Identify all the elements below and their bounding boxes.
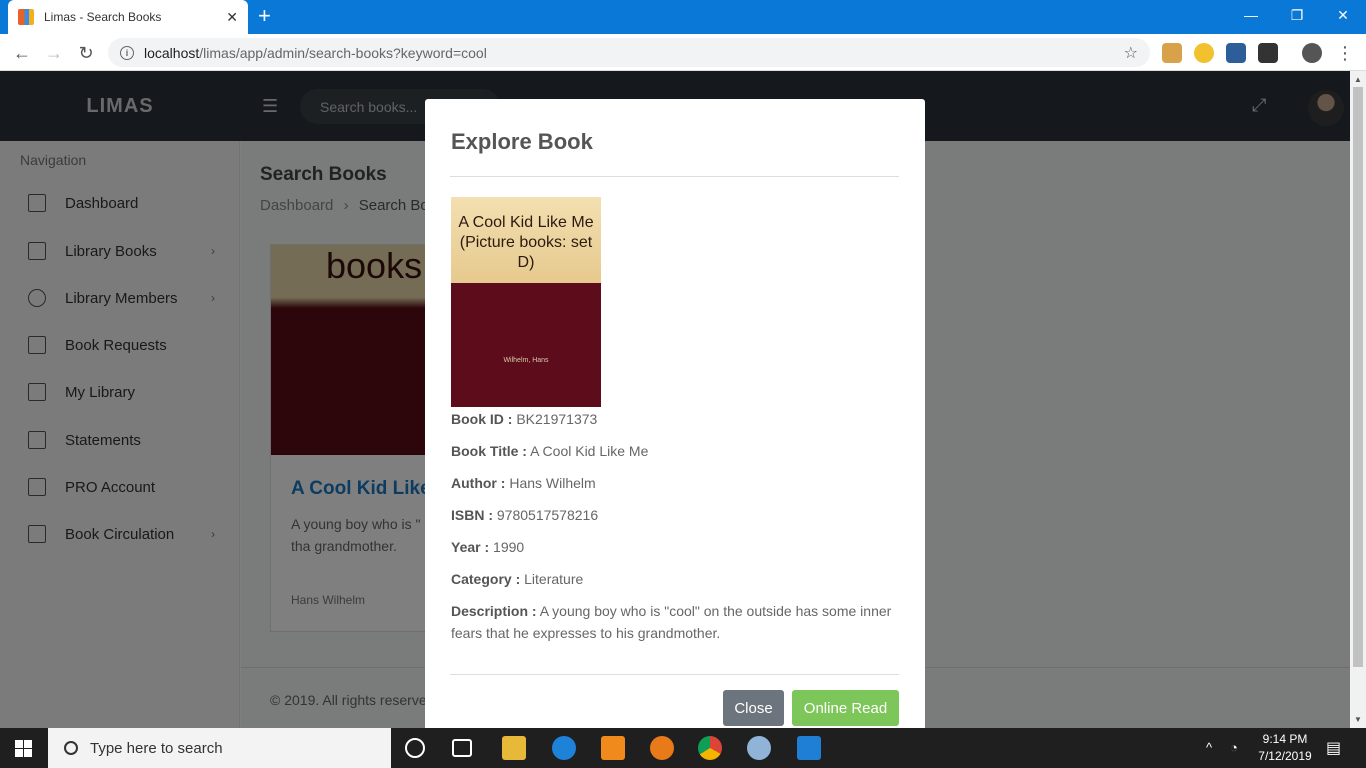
modal-title: Explore Book <box>451 129 593 154</box>
cover-author: Wilhelm, Hans <box>503 357 549 364</box>
chrome-icon[interactable] <box>698 736 722 760</box>
bookmark-star-icon[interactable]: ☆ <box>1124 43 1138 63</box>
taskbar-search-input[interactable]: Type here to search <box>48 728 391 768</box>
description-field: Description : A young boy who is "cool" … <box>451 603 892 641</box>
mail-extension-icon[interactable] <box>1226 43 1246 63</box>
search-icon <box>64 741 78 755</box>
book-id-field: Book ID : BK21971373 <box>451 411 598 427</box>
taskbar-clock[interactable]: 9:14 PM 7/12/2019 <box>1250 731 1320 765</box>
isbn-field: ISBN : 9780517578216 <box>451 507 599 523</box>
paint-icon[interactable] <box>747 736 771 760</box>
author-field: Author : Hans Wilhelm <box>451 475 596 491</box>
restore-button[interactable]: ❐ <box>1274 0 1320 30</box>
vscode-icon[interactable] <box>797 736 821 760</box>
windows-start-icon[interactable] <box>15 740 32 757</box>
url-text: localhost/limas/app/admin/search-books?k… <box>144 44 487 61</box>
close-window-button[interactable]: ✕ <box>1320 0 1366 30</box>
explore-book-modal: Explore Book A Cool Kid Like Me (Picture… <box>425 99 925 728</box>
minimize-button[interactable]: — <box>1228 0 1274 30</box>
file-explorer-icon[interactable] <box>502 736 526 760</box>
notifications-icon[interactable]: ▤ <box>1326 738 1341 758</box>
site-info-icon[interactable]: i <box>120 45 134 60</box>
windows-taskbar: Type here to search ^ ◔ 9:14 PM 7/12/201… <box>0 728 1366 768</box>
page-scrollbar[interactable]: ▲ ▼ <box>1350 71 1366 728</box>
close-button[interactable]: Close <box>723 690 784 726</box>
tray-chevron-icon[interactable]: ^ <box>1206 740 1212 755</box>
back-arrow-icon[interactable]: ← <box>10 41 34 65</box>
scrollbar-thumb[interactable] <box>1353 87 1363 667</box>
category-field: Category : Literature <box>451 571 584 587</box>
site-favicon-icon <box>18 9 34 25</box>
browser-tab[interactable]: Limas - Search Books ✕ <box>8 0 248 34</box>
modal-footer-divider <box>450 674 899 675</box>
year-field: Year : 1990 <box>451 539 525 555</box>
extension-badge-icon[interactable] <box>1258 43 1278 63</box>
cortana-icon[interactable] <box>405 738 425 758</box>
scroll-up-icon[interactable]: ▲ <box>1354 75 1362 84</box>
task-view-icon[interactable] <box>452 739 472 757</box>
reload-icon[interactable]: ↻ <box>74 41 98 65</box>
network-icon[interactable]: ◔ <box>1230 740 1238 755</box>
browser-toolbar: ← → ↻ i localhost/limas/app/admin/search… <box>0 34 1366 71</box>
tab-close-icon[interactable]: ✕ <box>226 9 238 26</box>
browser-tab-bar: Limas - Search Books ✕ + — ❐ ✕ <box>0 0 1366 34</box>
scroll-down-icon[interactable]: ▼ <box>1354 715 1362 724</box>
forward-arrow-icon[interactable]: → <box>42 41 66 65</box>
address-bar[interactable]: i localhost/limas/app/admin/search-books… <box>108 38 1150 67</box>
tab-title: Limas - Search Books <box>44 10 162 24</box>
online-read-button[interactable]: Online Read <box>792 690 899 726</box>
edge-browser-icon[interactable] <box>552 736 576 760</box>
book-title-field: Book Title : A Cool Kid Like Me <box>451 443 649 459</box>
new-tab-button[interactable]: + <box>258 5 271 27</box>
extension-icon[interactable] <box>1162 43 1182 63</box>
fl-studio-icon[interactable] <box>650 736 674 760</box>
profile-avatar[interactable] <box>1302 43 1322 63</box>
book-cover-image: A Cool Kid Like Me (Picture books: set D… <box>451 197 601 407</box>
modal-divider <box>450 176 899 177</box>
cover-title: A Cool Kid Like Me (Picture books: set D… <box>458 214 594 271</box>
browser-menu-icon[interactable]: ⋮ <box>1333 41 1357 65</box>
vlc-icon[interactable] <box>601 736 625 760</box>
moon-extension-icon[interactable] <box>1194 43 1214 63</box>
